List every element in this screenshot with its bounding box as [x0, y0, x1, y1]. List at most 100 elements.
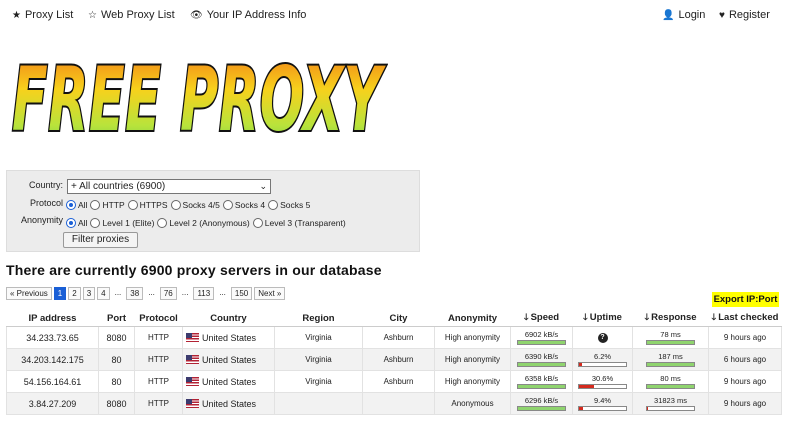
- ip-cell: 54.156.164.61: [6, 370, 99, 393]
- anonymity-cell: High anonymity: [434, 348, 511, 371]
- col-country[interactable]: Country: [182, 310, 275, 327]
- col-last-checked[interactable]: 🡓 Last checked: [708, 310, 782, 327]
- ip-cell: 34.203.142.175: [6, 348, 99, 371]
- pagination-page[interactable]: 150: [230, 287, 253, 300]
- filter-proxies-button[interactable]: Filter proxies: [63, 232, 138, 248]
- protocol-radio-all[interactable]: All: [66, 200, 87, 210]
- nav-ip-info[interactable]: 👁 Your IP Address Info: [190, 9, 306, 21]
- table-header-row: IP address Port Protocol Country Region …: [6, 310, 782, 327]
- uptime-label: 30.6%: [591, 374, 614, 383]
- anonymity-options: All Level 1 (Elite) Level 2 (Anonymous) …: [66, 215, 349, 231]
- speed-bar: [517, 384, 566, 389]
- speed-bar-fill: [518, 385, 565, 388]
- uptime-label: 9.4%: [593, 396, 612, 405]
- speed-bar: [517, 340, 566, 345]
- country-cell: United States: [182, 326, 275, 349]
- anonymity-radio-transparent[interactable]: Level 3 (Transparent): [252, 218, 346, 228]
- country-select[interactable]: + All countries (6900) ⌄: [67, 179, 271, 194]
- login-link[interactable]: 👤 Login: [662, 9, 705, 21]
- uptime: 30.6%: [572, 370, 633, 393]
- star-outline-icon: ☆: [88, 10, 97, 21]
- last-checked-cell: 9 hours ago: [708, 370, 782, 393]
- uptime-bar-fill: [579, 363, 582, 366]
- pagination-page[interactable]: 2: [68, 287, 81, 300]
- radio-icon: [127, 200, 138, 210]
- port-cell: 80: [98, 370, 135, 393]
- speed-bar-fill: [518, 341, 565, 344]
- pagination-page[interactable]: 76: [159, 287, 177, 300]
- col-protocol[interactable]: Protocol: [134, 310, 183, 327]
- radio-icon: [90, 200, 101, 210]
- last-checked-cell: 9 hours ago: [708, 326, 782, 349]
- protocol-radio-socks4[interactable]: Socks 4: [222, 200, 265, 210]
- col-uptime[interactable]: 🡓 Uptime: [572, 310, 633, 327]
- uptime: 9.4%: [572, 392, 633, 415]
- us-flag-icon: [186, 398, 199, 408]
- speed: 6390 kB/s: [510, 348, 573, 371]
- col-region[interactable]: Region: [274, 310, 363, 327]
- col-response[interactable]: 🡓 Response: [632, 310, 709, 327]
- pagination-page[interactable]: 113: [193, 287, 215, 300]
- pagination-ellipsis: ...: [148, 288, 155, 297]
- city-cell: Ashburn: [362, 370, 435, 393]
- response-bar: [646, 340, 695, 345]
- protocol-radio-socks45[interactable]: Socks 4/5: [170, 200, 220, 210]
- protocol-radio-socks5[interactable]: Socks 5: [268, 200, 310, 210]
- nav-web-proxy-list[interactable]: ☆ Web Proxy List: [88, 9, 175, 21]
- anonymity-radio-anonymous[interactable]: Level 2 (Anonymous): [157, 218, 250, 228]
- nav-proxy-list[interactable]: ★ Proxy List: [12, 9, 73, 21]
- response-label: 80 ms: [660, 374, 681, 383]
- response-label: 31823 ms: [654, 396, 687, 405]
- svg-text:FREE PROXY: FREE PROXY: [12, 48, 386, 150]
- country-cell: United States: [182, 392, 275, 415]
- port-cell: 8080: [98, 392, 135, 415]
- city-cell: [362, 392, 435, 415]
- protocol-radio-https[interactable]: HTTPS: [127, 200, 168, 210]
- table-row: 34.203.142.175 80 HTTP United States Virgini…: [6, 348, 782, 371]
- anonymity-radio-elite[interactable]: Level 1 (Elite): [90, 218, 154, 228]
- export-ip-port-button[interactable]: Export IP:Port: [712, 292, 779, 307]
- country-name: United States: [202, 332, 257, 343]
- pagination-page[interactable]: 4: [97, 287, 110, 300]
- pagination-page[interactable]: 3: [82, 287, 96, 300]
- sort-down-icon: 🡓: [583, 312, 588, 322]
- top-nav: ★ Proxy List ☆ Web Proxy List 👁 Your IP Add…: [0, 0, 796, 32]
- register-link[interactable]: ♥ Register: [719, 9, 770, 21]
- col-city[interactable]: City: [362, 310, 435, 327]
- pagination-next[interactable]: Next »: [254, 287, 286, 300]
- response: 80 ms: [632, 370, 709, 393]
- pagination-page[interactable]: 38: [126, 287, 144, 300]
- free-proxy-logo: FREE PROXY: [10, 46, 387, 150]
- col-anonymity[interactable]: Anonymity: [434, 310, 511, 327]
- protocol-radio-http[interactable]: HTTP: [90, 200, 125, 210]
- anonymity-cell: High anonymity: [434, 370, 511, 393]
- last-checked-cell: 9 hours ago: [708, 392, 782, 415]
- port-cell: 80: [98, 348, 135, 371]
- pagination-previous[interactable]: « Previous: [6, 287, 52, 300]
- pagination-page[interactable]: 1: [53, 287, 67, 300]
- table-row: 54.156.164.61 80 HTTP United States Virginia…: [6, 370, 782, 393]
- col-speed[interactable]: 🡓 Speed: [510, 310, 573, 327]
- speed-bar-fill: [518, 363, 565, 366]
- question-icon: ?: [597, 333, 608, 343]
- col-port[interactable]: Port: [98, 310, 135, 327]
- proxy-table: IP address Port Protocol Country Region …: [6, 310, 782, 415]
- protocol-cell: HTTP: [134, 326, 183, 349]
- protocol-cell: HTTP: [134, 370, 183, 393]
- sort-down-icon: 🡓: [711, 312, 717, 322]
- speed-label: 6358 kB/s: [524, 374, 559, 383]
- user-icon: 👤: [662, 10, 675, 21]
- response-bar-fill: [647, 385, 694, 388]
- pagination: « Previous 1 2 3 4... 38... 76... 113... 150 Next…: [6, 287, 287, 300]
- last-checked-cell: 6 hours ago: [708, 348, 782, 371]
- anonymity-radio-all[interactable]: All: [66, 218, 87, 228]
- uptime-label: 6.2%: [593, 352, 612, 361]
- us-flag-icon: [186, 332, 199, 342]
- response-label: 78 ms: [660, 330, 681, 339]
- eye-icon: 👁: [190, 10, 203, 21]
- col-ip[interactable]: IP address: [6, 310, 99, 327]
- region-cell: Virginia: [274, 326, 363, 349]
- city-cell: Ashburn: [362, 348, 435, 371]
- response-bar-fill: [647, 363, 694, 366]
- protocol-cell: HTTP: [134, 392, 183, 415]
